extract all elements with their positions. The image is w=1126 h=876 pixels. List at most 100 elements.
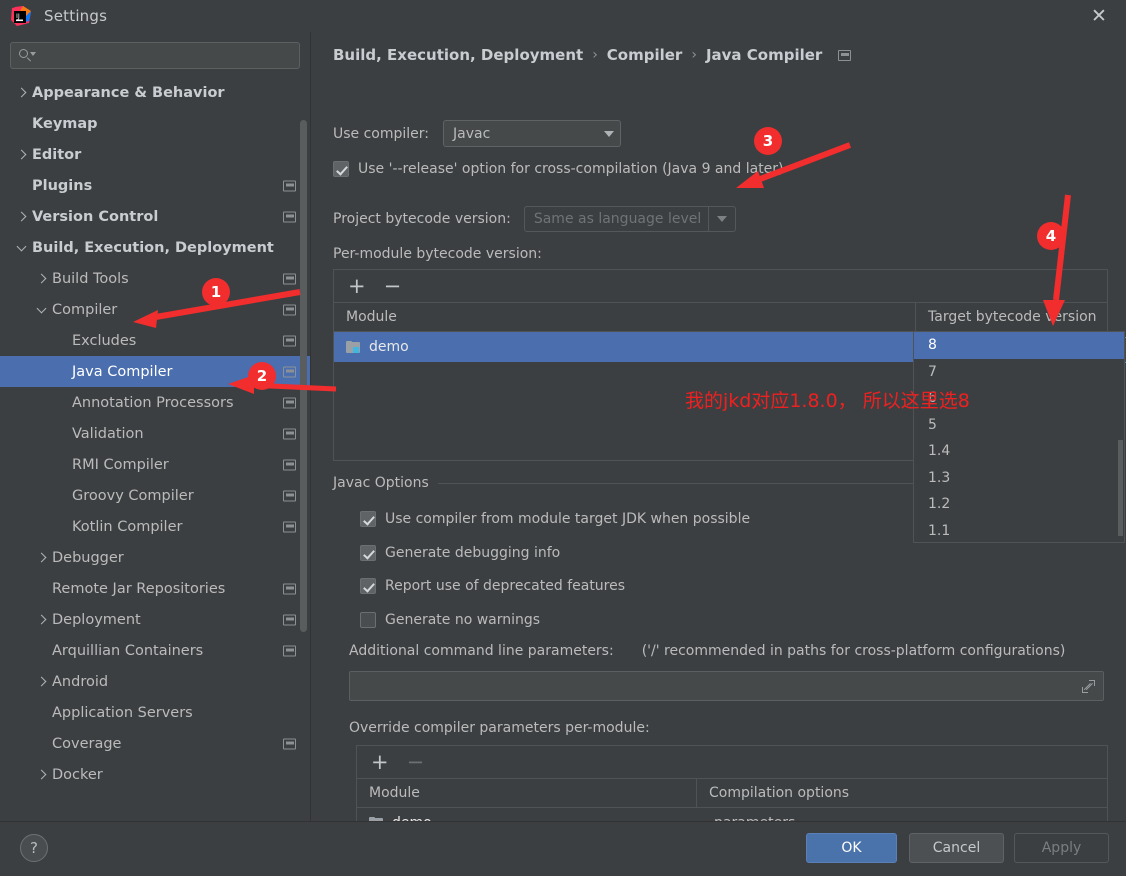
sidebar-item-arquillian-containers[interactable]: Arquillian Containers — [0, 635, 310, 666]
chevron-down-icon[interactable] — [14, 240, 30, 256]
sidebar-item-label: Build, Execution, Deployment — [32, 239, 274, 256]
sidebar-item-plugins[interactable]: Plugins — [0, 170, 310, 201]
search-input[interactable] — [34, 48, 299, 63]
release-option-checkbox[interactable] — [333, 161, 349, 177]
dropdown-option-1-4[interactable]: 1.4 — [914, 438, 1124, 465]
project-level-badge-icon — [283, 273, 296, 284]
chevron-right-icon[interactable] — [14, 147, 30, 163]
use-module-jdk-label: Use compiler from module target JDK when… — [385, 511, 751, 527]
add-override-button[interactable]: + — [371, 751, 389, 773]
sidebar-item-label: Annotation Processors — [72, 394, 234, 411]
chevron-down-icon[interactable] — [34, 302, 50, 318]
sidebar-item-deployment[interactable]: Deployment — [0, 604, 310, 635]
remove-module-button[interactable]: − — [384, 275, 402, 297]
use-module-jdk-checkbox[interactable] — [360, 511, 376, 527]
chevron-right-icon[interactable] — [34, 767, 50, 783]
column-header-module[interactable]: Module — [357, 779, 697, 807]
dropdown-option-8[interactable]: 8 — [914, 332, 1124, 359]
ok-button[interactable]: OK — [806, 833, 897, 863]
sidebar-item-java-compiler[interactable]: Java Compiler — [0, 356, 310, 387]
sidebar-item-groovy-compiler[interactable]: Groovy Compiler — [0, 480, 310, 511]
sidebar-item-editor[interactable]: Editor — [0, 139, 310, 170]
sidebar-item-kotlin-compiler[interactable]: Kotlin Compiler — [0, 511, 310, 542]
chevron-right-icon[interactable] — [34, 674, 50, 690]
chevron-right-icon[interactable] — [34, 550, 50, 566]
sidebar-item-remote-jar-repositories[interactable]: Remote Jar Repositories — [0, 573, 310, 604]
report-deprecated-checkbox[interactable] — [360, 578, 376, 594]
svg-text:IJ: IJ — [16, 12, 20, 20]
chevron-right-icon[interactable] — [14, 209, 30, 225]
sidebar-item-version-control[interactable]: Version Control — [0, 201, 310, 232]
module-name: demo — [369, 339, 409, 355]
sidebar-item-label: Debugger — [52, 549, 124, 566]
breadcrumb-separator: › — [592, 47, 598, 63]
dropdown-option-5[interactable]: 5 — [914, 412, 1124, 439]
sidebar-scrollbar[interactable] — [300, 120, 307, 632]
option-generate-no-warnings[interactable]: Generate no warnings — [360, 612, 540, 628]
apply-button[interactable]: Apply — [1014, 833, 1109, 863]
sidebar-item-android[interactable]: Android — [0, 666, 310, 697]
dropdown-option-1-3[interactable]: 1.3 — [914, 465, 1124, 492]
sidebar-item-appearance-behavior[interactable]: Appearance & Behavior — [0, 77, 310, 108]
sidebar-item-label: Application Servers — [52, 704, 193, 721]
chevron-right-icon[interactable] — [34, 612, 50, 628]
report-deprecated-label: Report use of deprecated features — [385, 578, 626, 594]
chevron-right-icon[interactable] — [34, 271, 50, 287]
search-box[interactable] — [10, 42, 300, 69]
settings-sidebar: Appearance & Behavior Keymap Editor Plugins… — [0, 32, 310, 821]
option-generate-debugging-info[interactable]: Generate debugging info — [360, 545, 560, 561]
sidebar-item-validation[interactable]: Validation — [0, 418, 310, 449]
dropdown-option-1-2[interactable]: 1.2 — [914, 491, 1124, 518]
additional-params-input[interactable] — [349, 671, 1104, 701]
project-level-badge-icon — [283, 490, 296, 501]
sidebar-item-docker[interactable]: Docker — [0, 759, 310, 790]
project-bytecode-select[interactable]: Same as language level — [523, 206, 736, 232]
sidebar-item-keymap[interactable]: Keymap — [0, 108, 310, 139]
breadcrumb-item-2[interactable]: Java Compiler — [706, 46, 822, 64]
sidebar-item-rmi-compiler[interactable]: RMI Compiler — [0, 449, 310, 480]
sidebar-item-label: Arquillian Containers — [52, 642, 204, 659]
chevron-right-icon[interactable] — [14, 85, 30, 101]
sidebar-item-label: RMI Compiler — [72, 456, 169, 473]
add-module-button[interactable]: + — [348, 275, 366, 297]
sidebar-item-coverage[interactable]: Coverage — [0, 728, 310, 759]
title-bar: IJ Settings ✕ — [0, 0, 1126, 32]
sidebar-item-label: Version Control — [32, 208, 159, 225]
sidebar-item-application-servers[interactable]: Application Servers — [0, 697, 310, 728]
override-params-label: Override compiler parameters per-module: — [349, 720, 650, 736]
dropdown-option-7[interactable]: 7 — [914, 359, 1124, 386]
column-header-target-bytecode[interactable]: Target bytecode version — [916, 303, 1107, 331]
expand-icon[interactable] — [1082, 679, 1095, 693]
sidebar-item-excludes[interactable]: Excludes — [0, 325, 310, 356]
generate-no-warnings-checkbox[interactable] — [360, 612, 376, 628]
sidebar-item-annotation-processors[interactable]: Annotation Processors — [0, 387, 310, 418]
help-button[interactable]: ? — [20, 834, 48, 862]
dropdown-scrollbar[interactable] — [1118, 440, 1123, 536]
sidebar-item-build-tools[interactable]: Build Tools — [0, 263, 310, 294]
breadcrumb-item-1[interactable]: Compiler — [607, 46, 683, 64]
remove-override-button[interactable]: − — [407, 751, 425, 773]
generate-debugging-info-checkbox[interactable] — [360, 545, 376, 561]
target-bytecode-dropdown[interactable]: 8 7 6 5 1.4 1.3 1.2 1.1 — [913, 331, 1125, 543]
breadcrumb-item-0[interactable]: Build, Execution, Deployment — [333, 46, 583, 64]
cancel-button[interactable]: Cancel — [909, 833, 1004, 863]
sidebar-item-compiler[interactable]: Compiler — [0, 294, 310, 325]
column-header-compilation-options[interactable]: Compilation options — [697, 779, 1107, 807]
sidebar-item-label: Plugins — [32, 177, 93, 194]
sidebar-item-debugger[interactable]: Debugger — [0, 542, 310, 573]
option-use-module-jdk[interactable]: Use compiler from module target JDK when… — [360, 511, 750, 527]
dropdown-option-6[interactable]: 6 — [914, 385, 1124, 412]
column-header-module[interactable]: Module — [334, 303, 916, 331]
sidebar-item-build-execution-deployment[interactable]: Build, Execution, Deployment — [0, 232, 310, 263]
close-icon[interactable]: ✕ — [1086, 4, 1112, 28]
option-report-deprecated[interactable]: Report use of deprecated features — [360, 578, 625, 594]
chevron-down-icon[interactable] — [707, 207, 735, 231]
dropdown-option-1-1[interactable]: 1.1 — [914, 518, 1124, 545]
additional-params-row: Additional command line parameters: ('/'… — [349, 643, 1065, 659]
release-option-row[interactable]: Use '--release' option for cross-compila… — [333, 161, 784, 177]
use-compiler-select[interactable]: Javac — [443, 120, 622, 147]
